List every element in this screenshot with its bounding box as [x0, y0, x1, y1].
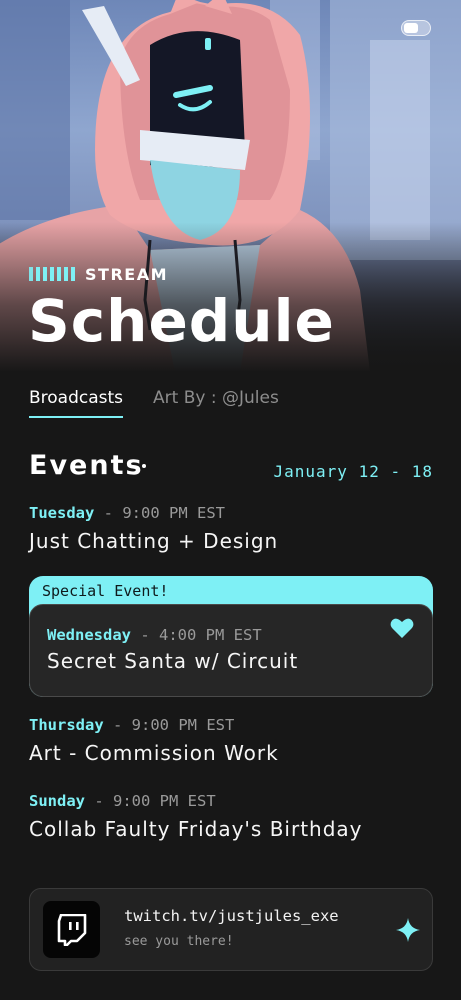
stream-kicker: STREAM [29, 264, 168, 284]
heart-icon[interactable] [390, 617, 414, 639]
tab-broadcasts[interactable]: Broadcasts [29, 388, 124, 418]
special-event-label: Special Event! [42, 582, 169, 600]
events-header: Events January 12 - 18 [29, 450, 433, 486]
tab-bar: Broadcasts Art By : @Jules [29, 388, 279, 418]
twitch-link-card[interactable]: twitch.tv/justjules_exe see you there! [29, 888, 433, 971]
page-title: Schedule [28, 287, 335, 355]
event-meta: Wednesday - 4:00 PM EST [47, 625, 262, 645]
event-day: Tuesday [29, 504, 95, 522]
events-title: Events [29, 450, 144, 481]
event-day: Wednesday [47, 626, 131, 644]
event-name: Just Chatting + Design [29, 529, 279, 553]
event-meta: Tuesday - 9:00 PM EST [29, 503, 433, 523]
sparkle-icon [396, 918, 420, 942]
event-time: - 9:00 PM EST [113, 716, 235, 734]
toggle-knob [404, 23, 418, 33]
event-item-tuesday[interactable]: Tuesday - 9:00 PM EST Just Chatting + De… [29, 503, 433, 553]
twitch-logo-icon [43, 901, 100, 958]
event-day: Sunday [29, 792, 85, 810]
bars-icon [29, 267, 75, 281]
event-name: Secret Santa w/ Circuit [47, 649, 299, 673]
tab-art-credit[interactable]: Art By : @Jules [153, 388, 279, 418]
special-event-body: Wednesday - 4:00 PM EST Secret Santa w/ … [29, 604, 433, 697]
event-meta: Thursday - 9:00 PM EST [29, 715, 433, 735]
event-time: - 4:00 PM EST [140, 626, 262, 644]
event-item-thursday[interactable]: Thursday - 9:00 PM EST Art - Commission … [29, 715, 433, 765]
event-time: - 9:00 PM EST [103, 504, 225, 522]
event-time: - 9:00 PM EST [94, 792, 216, 810]
stream-kicker-text: STREAM [85, 264, 168, 284]
events-title-dot [142, 464, 146, 468]
event-name: Collab Faulty Friday's Birthday [29, 817, 363, 841]
toggle-switch-icon[interactable] [401, 20, 431, 36]
hero-banner: STREAM Schedule [0, 0, 461, 372]
event-item-sunday[interactable]: Sunday - 9:00 PM EST Collab Faulty Frida… [29, 791, 433, 841]
twitch-url: twitch.tv/justjules_exe [124, 907, 339, 925]
event-name: Art - Commission Work [29, 741, 279, 765]
special-event-card[interactable]: Special Event! Wednesday - 4:00 PM EST S… [29, 576, 433, 697]
date-range: January 12 - 18 [273, 462, 433, 481]
twitch-subtitle: see you there! [124, 934, 234, 949]
event-day: Thursday [29, 716, 104, 734]
event-meta: Sunday - 9:00 PM EST [29, 791, 433, 811]
